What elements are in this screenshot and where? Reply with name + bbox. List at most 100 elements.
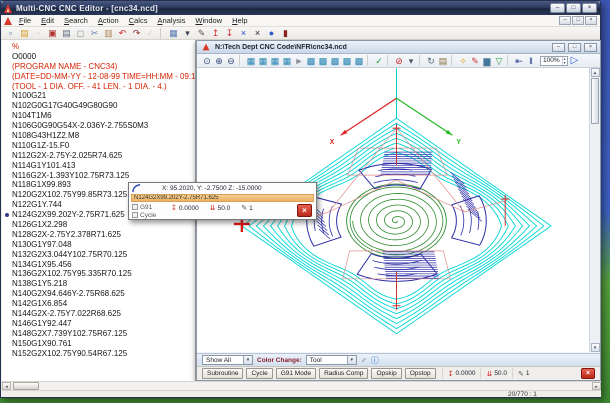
view-next-icon[interactable]: ►	[293, 55, 305, 67]
cycle-checkbox[interactable]: Cycle	[132, 211, 156, 219]
select-zoom-icon[interactable]: ⊙	[201, 55, 213, 67]
scroll-right-icon[interactable]: ▸	[592, 382, 601, 390]
go-start-icon[interactable]: ⇤	[513, 55, 525, 67]
scroll-left-icon[interactable]: ◂	[2, 382, 11, 390]
menu-window[interactable]: Window	[190, 15, 227, 27]
scroll-up-icon[interactable]: ▴	[590, 68, 600, 77]
mdi-restore-button[interactable]: □	[572, 16, 584, 25]
gcode-line[interactable]: N116G2X-1.393Y102.75R73.125	[2, 171, 195, 181]
close-button[interactable]: ×	[582, 3, 597, 13]
show-filter-select[interactable]: Show All ▾	[202, 355, 253, 365]
view-iso3-icon[interactable]: ▩	[329, 55, 341, 67]
checkbox-box-icon[interactable]	[132, 204, 138, 210]
view-iso5-icon[interactable]: ▩	[353, 55, 365, 67]
backplot-minimize-button[interactable]: –	[552, 42, 565, 52]
gcode-line[interactable]: N142G1X6.854	[2, 299, 195, 309]
checkbox-box-icon[interactable]	[132, 212, 138, 218]
gcode-line[interactable]: (DATE=DD-MM-YY - 12-08-99 TIME=HH:MM - 0…	[2, 72, 195, 82]
view-right-icon[interactable]: ▦	[269, 55, 281, 67]
edit-pen-icon[interactable]: ✎	[195, 27, 208, 39]
pause-icon[interactable]: ‖	[525, 55, 537, 67]
format-grid-icon[interactable]: ▦	[167, 27, 180, 39]
gcode-line[interactable]: N114G1Y101.413	[2, 161, 195, 171]
backplot-vertical-scrollbar[interactable]: ▴ ▾	[590, 68, 600, 352]
gcode-line[interactable]: N138G1Y5.218	[2, 279, 195, 289]
menu-help[interactable]: Help	[227, 15, 252, 27]
view-iso1-icon[interactable]: ▩	[305, 55, 317, 67]
spin-down-icon[interactable]: ▾	[564, 60, 566, 65]
gcode-line[interactable]: N136G2X102.75Y95.335R70.125	[2, 269, 195, 279]
zoom-out-icon[interactable]: ⊖	[225, 55, 237, 67]
menu-calcs[interactable]: Calcs	[124, 15, 153, 27]
cut-icon[interactable]: ✂	[88, 27, 101, 39]
new-file-icon[interactable]: ▫	[4, 27, 17, 39]
scroll-thumb[interactable]	[13, 382, 39, 390]
backplot-close-button[interactable]: ×	[584, 42, 597, 52]
backplot-stop-button[interactable]: ×	[581, 368, 595, 379]
gcode-line[interactable]: N150G1X90.761	[2, 339, 195, 349]
save-icon[interactable]: ▣	[46, 27, 59, 39]
manual-book-icon[interactable]: ▮	[279, 27, 292, 39]
play-icon[interactable]: ▷	[571, 55, 579, 67]
gcode-line[interactable]: N148G2X7.739Y102.75R67.125	[2, 329, 195, 339]
gcode-line[interactable]: N134G1X95.456	[2, 260, 195, 270]
stop-icon[interactable]: ⊘	[393, 55, 405, 67]
info-icon[interactable]: ⓘ	[371, 355, 379, 366]
maximize-button[interactable]: □	[566, 3, 581, 13]
gcode-line[interactable]: N132G2X3.044Y102.75R70.125	[2, 250, 195, 260]
gcode-line[interactable]: N112G2X-2.75Y-2.025R74.625	[2, 151, 195, 161]
gcode-line[interactable]: (PROGRAM NAME - CNC34)	[2, 62, 195, 72]
color-change-select[interactable]: Tool ▾	[305, 355, 357, 365]
receive-down-icon[interactable]: ↧	[223, 27, 236, 39]
probe-icon[interactable]: ♂	[361, 356, 367, 365]
menu-edit[interactable]: Edit	[36, 15, 59, 27]
gcode-line[interactable]: N106G0G90G54X-2.036Y-2.755S0M3	[2, 121, 195, 131]
gcode-line[interactable]: N100G21	[2, 91, 195, 101]
gcode-line[interactable]: N110G1Z-15.F0	[2, 141, 195, 151]
print-icon[interactable]: ▤	[60, 27, 73, 39]
view-iso2-icon[interactable]: ▩	[317, 55, 329, 67]
scroll-down-icon[interactable]: ▾	[590, 343, 600, 352]
redo-icon[interactable]: ↷	[130, 27, 143, 39]
format-caret-icon[interactable]: ▾	[181, 27, 194, 39]
view-top-icon[interactable]: ▦	[245, 55, 257, 67]
g91-checkbox[interactable]: G91	[132, 203, 156, 211]
paste-icon[interactable]: ▥	[102, 27, 115, 39]
stop-caret-icon[interactable]: ▾	[405, 55, 417, 67]
menu-search[interactable]: Search	[59, 15, 93, 27]
cycle-button[interactable]: Cycle	[246, 368, 273, 379]
zoom-level-spinner[interactable]: 100% ▴ ▾	[540, 55, 568, 66]
gcode-line[interactable]: N144G2X-2.75Y7.022R68.625	[2, 309, 195, 319]
gcode-line[interactable]: N140G2X94.646Y-2.75R68.625	[2, 289, 195, 299]
opstop-button[interactable]: Opstop	[404, 368, 436, 379]
backplot-maximize-button[interactable]: □	[568, 42, 581, 52]
undo-icon[interactable]: ↶	[116, 27, 129, 39]
chevron-down-icon[interactable]: ▾	[243, 356, 252, 364]
verify-icon[interactable]: ✓	[373, 55, 385, 67]
mdi-minimize-button[interactable]: –	[559, 16, 571, 25]
rotate-view-icon[interactable]: ↻	[425, 55, 437, 67]
check-icon[interactable]: ✓	[144, 27, 157, 39]
view-iso4-icon[interactable]: ▩	[341, 55, 353, 67]
gcode-line[interactable]: %	[2, 42, 195, 52]
gcode-line[interactable]: N126G1X2.298	[2, 220, 195, 230]
gcode-line[interactable]: O0000	[2, 52, 195, 62]
menu-action[interactable]: Action	[93, 15, 124, 27]
gcode-line[interactable]: N128G2X-2.75Y2.378R71.625	[2, 230, 195, 240]
minimize-button[interactable]: –	[550, 3, 565, 13]
filter-icon[interactable]: ▽	[493, 55, 505, 67]
redline-pen-icon[interactable]: ✎	[469, 55, 481, 67]
gcode-line[interactable]: N104T1M6	[2, 111, 195, 121]
gcode-line[interactable]: (TOOL - 1 DIA. OFF. - 41 LEN. - 1 DIA. -…	[2, 82, 195, 92]
stats-chart-icon[interactable]: ▆	[481, 55, 493, 67]
gcode-line[interactable]: N146G1Y92.447	[2, 319, 195, 329]
spinner-arrows[interactable]: ▴ ▾	[561, 56, 567, 65]
editor-horizontal-scrollbar[interactable]: ◂ ▸	[2, 381, 601, 390]
open-file-icon[interactable]: ▤	[18, 27, 31, 39]
g91-mode-button[interactable]: G91 Mode	[275, 368, 317, 379]
radius-comp-button[interactable]: Radius Comp	[319, 368, 369, 379]
gcode-line[interactable]: N152G2X102.75Y90.54R67.125	[2, 349, 195, 359]
chevron-down-icon[interactable]: ▾	[346, 356, 356, 364]
scroll-thumb[interactable]	[591, 78, 599, 124]
subroutine-button[interactable]: Subroutine	[202, 368, 244, 379]
